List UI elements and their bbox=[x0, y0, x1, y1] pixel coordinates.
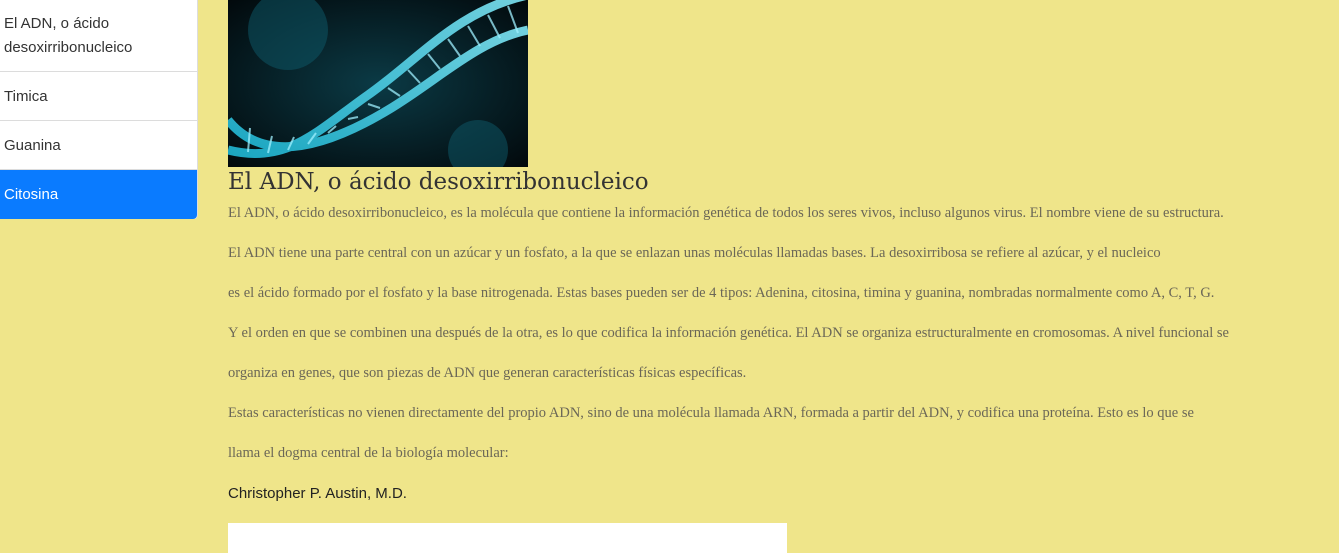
sidebar-item-label: Timica bbox=[4, 87, 48, 105]
main-content: El ADN, o ácido desoxirribonucleico El A… bbox=[228, 0, 1328, 504]
sidebar-item-guanina[interactable]: Guanina bbox=[0, 121, 197, 170]
dna-helix-image bbox=[228, 0, 528, 167]
sidebar-nav: El ADN, o ácido desoxirribonucleico Timi… bbox=[0, 0, 198, 219]
paragraph: llama el dogma central de la biología mo… bbox=[228, 445, 509, 461]
sidebar-item-label: Guanina bbox=[4, 136, 61, 154]
sidebar-item-adn[interactable]: El ADN, o ácido desoxirribonucleico bbox=[0, 0, 197, 72]
sidebar-item-timica[interactable]: Timica bbox=[0, 72, 197, 121]
paragraph: El ADN tiene una parte central con un az… bbox=[228, 245, 1161, 261]
paragraph: organiza en genes, que son piezas de ADN… bbox=[228, 365, 747, 381]
page-title: El ADN, o ácido desoxirribonucleico bbox=[228, 169, 649, 195]
sidebar-item-label: Citosina bbox=[4, 186, 59, 203]
paragraph: es el ácido formado por el fosfato y la … bbox=[228, 285, 1215, 301]
paragraph: El ADN, o ácido desoxirribonucleico, es … bbox=[228, 205, 1224, 221]
sidebar-item-citosina[interactable]: Citosina bbox=[0, 170, 197, 219]
paragraph: Y el orden en que se combinen una despué… bbox=[228, 325, 1229, 341]
sidebar-item-label: El ADN, o ácido desoxirribonucleico bbox=[4, 14, 133, 56]
embedded-image-placeholder bbox=[228, 523, 787, 553]
paragraph: Estas características no vienen directam… bbox=[228, 405, 1194, 421]
author-name: Christopher P. Austin, M.D. bbox=[228, 485, 407, 502]
